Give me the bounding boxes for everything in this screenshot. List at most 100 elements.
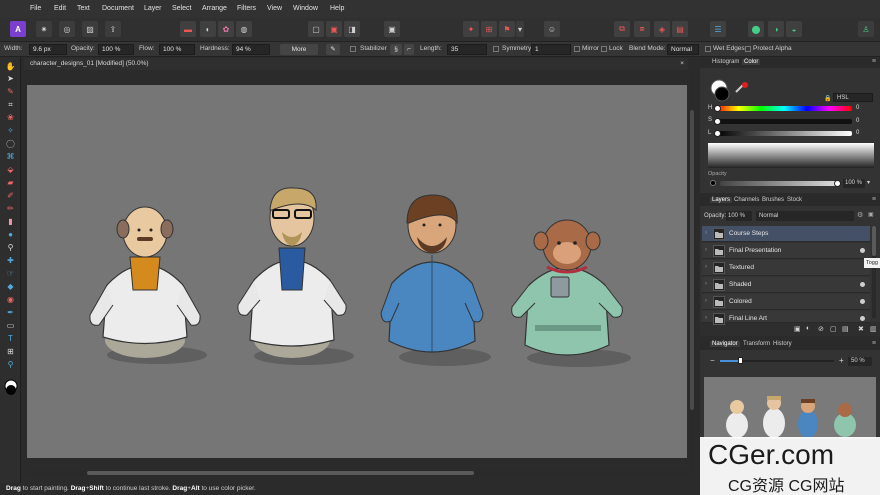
tab-brushes[interactable]: Brushes xyxy=(760,197,786,203)
navigator-thumbnail[interactable] xyxy=(704,377,876,439)
visibility-icon[interactable] xyxy=(860,248,865,253)
chat-icon[interactable]: ☺ xyxy=(544,21,560,37)
document-canvas[interactable] xyxy=(27,85,687,458)
tab-history[interactable]: History xyxy=(771,341,794,347)
saturation-slider[interactable] xyxy=(716,119,852,124)
lock-checkbox[interactable] xyxy=(601,46,607,52)
zoom-value-field[interactable]: 50 % xyxy=(848,357,872,366)
opacity-value-field[interactable]: 100 % xyxy=(843,179,865,188)
protect-alpha-checkbox[interactable] xyxy=(745,46,751,52)
color-model-select[interactable]: HSL xyxy=(833,93,873,102)
more-button[interactable]: More xyxy=(280,44,318,55)
link-icon[interactable]: ⧈ xyxy=(634,21,650,37)
add-mask-icon[interactable]: ▣ xyxy=(794,325,801,333)
boolean-add-icon[interactable]: ⬤ xyxy=(748,21,764,37)
lock-icon[interactable]: 🔒 xyxy=(824,95,831,102)
add-group-icon[interactable]: ▤ xyxy=(842,325,849,333)
clone-brush-tool-icon[interactable]: ⚲ xyxy=(5,242,16,253)
blur-tool-icon[interactable]: ◆ xyxy=(5,281,16,292)
symmetry-field[interactable]: 1 xyxy=(531,44,571,55)
stabilizer-checkbox[interactable] xyxy=(350,46,356,52)
layer-blend-select[interactable]: Normal xyxy=(756,211,854,221)
menu-layer[interactable]: Layer xyxy=(144,5,162,12)
snap-icon[interactable]: ⊞ xyxy=(481,21,497,37)
distribute-icon[interactable]: ▤ xyxy=(672,21,688,37)
layer-opacity-field[interactable]: 100 % xyxy=(726,211,752,221)
hardness-field[interactable]: 94 % xyxy=(232,44,270,55)
menu-view[interactable]: View xyxy=(267,5,282,12)
hue-slider[interactable] xyxy=(716,106,852,111)
rectangle-tool-icon[interactable]: ▭ xyxy=(5,320,16,331)
menu-help[interactable]: Help xyxy=(330,5,344,12)
opacity-field[interactable]: 100 % xyxy=(98,44,134,55)
pen-tool-icon[interactable]: ✒ xyxy=(5,307,16,318)
expand-icon[interactable]: › xyxy=(705,315,707,321)
view-tool-icon[interactable]: ✋ xyxy=(5,61,16,72)
fill-stroke-swatch-icon[interactable] xyxy=(708,78,748,104)
tab-transform[interactable]: Transform xyxy=(741,341,772,347)
width-field[interactable]: 9.6 px xyxy=(29,44,67,55)
arrange-icon[interactable]: ☰ xyxy=(710,21,726,37)
zoom-tool-icon[interactable]: ⚲ xyxy=(5,359,16,370)
expand-icon[interactable]: › xyxy=(705,247,707,253)
h-value[interactable]: 0 xyxy=(856,105,859,111)
opacity-knob[interactable] xyxy=(834,180,841,187)
develop-persona-icon[interactable]: ▨ xyxy=(82,21,98,37)
length-field[interactable]: 35 xyxy=(447,44,487,55)
menu-text[interactable]: Text xyxy=(77,5,90,12)
tab-layers[interactable]: Layers xyxy=(710,197,733,203)
crop-icon[interactable]: ▣ xyxy=(326,21,342,37)
crop-tool-icon[interactable]: ⌗ xyxy=(5,99,16,110)
paint-brush-tool-icon[interactable]: ✐ xyxy=(5,190,16,201)
color-swatch-icon[interactable] xyxy=(3,379,19,395)
symmetry-checkbox[interactable] xyxy=(493,46,499,52)
lightness-slider[interactable] xyxy=(716,131,852,136)
layer-row-textured[interactable]: › Textured xyxy=(702,260,870,276)
opacity-dropdown-icon[interactable]: ▾ xyxy=(867,179,870,186)
tab-stock[interactable]: Stock xyxy=(785,197,804,203)
blemish-tool-icon[interactable]: ✚ xyxy=(5,255,16,266)
filters-icon[interactable]: ◐ xyxy=(200,21,216,37)
expand-icon[interactable]: › xyxy=(705,230,707,236)
saturation-knob[interactable] xyxy=(714,118,721,125)
selection-brush-tool-icon[interactable]: ❀ xyxy=(5,112,16,123)
layer-row-final-line-art[interactable]: › Final Line Art xyxy=(702,311,870,325)
smudge-tool-icon[interactable]: ☞ xyxy=(5,268,16,279)
export-persona-icon[interactable]: ⇪ xyxy=(105,21,121,37)
close-document-icon[interactable]: × xyxy=(680,60,684,67)
vertical-scroll-thumb[interactable] xyxy=(690,110,694,410)
palette-icon[interactable]: ◍ xyxy=(236,21,252,37)
s-value[interactable]: 0 xyxy=(856,118,859,124)
align-icon[interactable]: ◈ xyxy=(654,21,670,37)
assistant-dropdown-icon[interactable]: ▾ xyxy=(516,21,524,37)
menu-edit[interactable]: Edit xyxy=(54,5,66,12)
menu-file[interactable]: File xyxy=(30,5,41,12)
menu-window[interactable]: Window xyxy=(293,5,318,12)
zoom-out-icon[interactable]: − xyxy=(710,356,715,365)
mirror-checkbox[interactable] xyxy=(574,46,580,52)
tab-histogram[interactable]: Histogram xyxy=(710,59,741,65)
flood-fill-tool-icon[interactable]: ⬙ xyxy=(5,164,16,175)
layer-row-final-presentation[interactable]: › Final Presentation xyxy=(702,243,870,259)
tab-channels[interactable]: Channels xyxy=(732,197,761,203)
layer-options-icon[interactable]: ▥ xyxy=(870,325,877,333)
rope-mode-icon[interactable]: § xyxy=(390,44,402,55)
text-tool-icon[interactable]: T xyxy=(5,333,16,344)
layers-scrollbar[interactable] xyxy=(872,226,876,318)
marquee-tool-icon[interactable]: ◯ xyxy=(5,138,16,149)
menu-filters[interactable]: Filters xyxy=(237,5,256,12)
expand-icon[interactable]: › xyxy=(705,281,707,287)
panel-menu-icon[interactable]: ≡ xyxy=(872,340,876,347)
gradient-tool-icon[interactable]: ▰ xyxy=(5,177,16,188)
horizontal-scrollbar[interactable] xyxy=(27,470,687,476)
window-mode-icon[interactable]: ⌐ xyxy=(404,44,414,55)
add-live-filter-icon[interactable]: ⊘ xyxy=(818,325,824,333)
liquify-persona-icon[interactable]: ◎ xyxy=(59,21,75,37)
horizontal-scroll-thumb[interactable] xyxy=(87,471,474,475)
color-gradient-box[interactable] xyxy=(708,143,874,168)
document-tab[interactable]: character_designs_01 [Modified] (50.0%) … xyxy=(24,58,688,70)
flood-select-tool-icon[interactable]: ✧ xyxy=(5,125,16,136)
move-tool-icon[interactable]: ➤ xyxy=(5,73,16,84)
vertical-scrollbar[interactable] xyxy=(689,70,695,470)
dodge-tool-icon[interactable]: ● xyxy=(5,229,16,240)
